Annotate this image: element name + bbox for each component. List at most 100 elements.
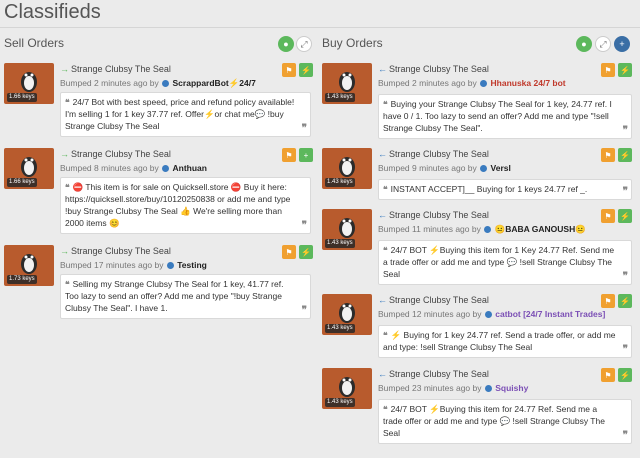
price-badge: 1.43 keys [325, 93, 355, 102]
listing-description: ❝ ⚡ Buying for 1 key 24.77 ref. Send a tr… [378, 325, 632, 358]
sell-orders-header: Sell Orders ● ⤢ [0, 28, 317, 58]
arrow-right-icon: → [60, 246, 69, 256]
status-dot-icon [484, 226, 492, 233]
status-dot-icon [484, 385, 492, 392]
bolt-icon[interactable]: ⚡ [618, 294, 632, 308]
listing-description: ❝ Selling my Strange Clubsy The Seal for … [60, 274, 311, 319]
user-link[interactable]: Anthuan [173, 163, 207, 173]
item-name[interactable]: → Strange Clubsy The Seal [60, 245, 311, 257]
seal-icon [339, 218, 355, 238]
item-name[interactable]: ← Strange Clubsy The Seal [378, 294, 632, 306]
user-link[interactable]: Squishy [495, 383, 528, 393]
status-dot-icon [480, 165, 488, 172]
user-link[interactable]: Testing [177, 260, 207, 270]
item-image[interactable]: 1.43 keys [322, 368, 372, 409]
quote-close-icon: ❞ [622, 186, 628, 197]
user-link[interactable]: catbot [24/7 Instant Trades] [495, 309, 605, 319]
eye-icon[interactable]: ● [576, 36, 592, 52]
sell-orders-title: Sell Orders [4, 36, 65, 50]
arrow-left-icon: ← [378, 295, 387, 305]
price-badge: 1.43 keys [325, 324, 355, 333]
flag-icon[interactable]: ⚑ [601, 63, 615, 77]
bolt-icon[interactable]: ⚡ [618, 148, 632, 162]
quote-open-icon: ❝ [383, 99, 388, 109]
bolt-icon[interactable]: ⚡ [299, 63, 313, 77]
status-dot-icon [166, 262, 174, 269]
flag-icon[interactable]: ⚑ [282, 148, 296, 162]
item-image[interactable]: 1.73 keys [4, 245, 54, 286]
expand-icon[interactable]: ⤢ [296, 36, 312, 52]
plus-icon[interactable]: + [614, 36, 630, 52]
quote-open-icon: ❝ [383, 245, 388, 255]
item-image[interactable]: 1.66 keys [4, 63, 54, 104]
quote-open-icon: ❝ [383, 404, 388, 414]
flag-icon[interactable]: ⚑ [601, 294, 615, 308]
bumped-line: Bumped 2 minutes ago by Hhanuska 24/7 bo… [378, 78, 566, 88]
status-dot-icon [162, 80, 170, 87]
quote-close-icon: ❞ [622, 430, 628, 441]
quote-open-icon: ❝ [65, 279, 70, 289]
seal-icon [21, 72, 37, 92]
listing-description: ❝ ⛔ This item is for sale on Quicksell.st… [60, 177, 311, 234]
bumped-line: Bumped 12 minutes ago by catbot [24/7 In… [378, 309, 606, 319]
quote-open-icon: ❝ [383, 330, 388, 340]
page-title: Classifieds [4, 1, 101, 23]
item-name[interactable]: ← Strange Clubsy The Seal [378, 209, 632, 221]
flag-icon[interactable]: ⚑ [601, 368, 615, 382]
eye-icon[interactable]: ● [278, 36, 294, 52]
item-image[interactable]: 1.66 keys [4, 148, 54, 189]
price-badge: 1.73 keys [7, 275, 37, 284]
quote-close-icon: ❞ [622, 271, 628, 282]
add-friend-icon[interactable]: + [299, 148, 313, 162]
user-link[interactable]: Hhanuska 24/7 bot [491, 78, 566, 88]
status-dot-icon [162, 165, 170, 172]
bumped-line: Bumped 8 minutes ago by Anthuan [60, 163, 207, 173]
user-link[interactable]: 😐BABA GANOUSH😐 [495, 224, 586, 234]
quote-close-icon: ❞ [622, 125, 628, 136]
quote-open-icon: ❝ [65, 182, 70, 192]
flag-icon[interactable]: ⚑ [601, 209, 615, 223]
seal-icon [339, 72, 355, 92]
price-badge: 1.43 keys [325, 239, 355, 248]
flag-icon[interactable]: ⚑ [282, 245, 296, 259]
quote-open-icon: ❝ [383, 184, 388, 194]
bumped-line: Bumped 9 minutes ago by Versl [378, 163, 511, 173]
listing-description: ❝ 24/7 BOT ⚡Buying this item for 24.77 Re… [378, 399, 632, 444]
bolt-icon[interactable]: ⚡ [299, 245, 313, 259]
seal-icon [339, 303, 355, 323]
item-name[interactable]: → Strange Clubsy The Seal [60, 63, 311, 75]
item-name[interactable]: ← Strange Clubsy The Seal [378, 63, 632, 75]
price-badge: 1.66 keys [7, 93, 37, 102]
item-image[interactable]: 1.43 keys [322, 209, 372, 250]
item-name[interactable]: ← Strange Clubsy The Seal [378, 368, 632, 380]
flag-icon[interactable]: ⚑ [282, 63, 296, 77]
arrow-left-icon: ← [378, 210, 387, 220]
bolt-icon[interactable]: ⚡ [618, 209, 632, 223]
flag-icon[interactable]: ⚑ [601, 148, 615, 162]
listing-description: ❝ Buying your Strange Clubsy The Seal for… [378, 94, 632, 139]
buy-orders-title: Buy Orders [322, 36, 383, 50]
sell-orders-column: Sell Orders ● ⤢ 1.66 keys → Strange Clubs… [0, 28, 317, 319]
arrow-left-icon: ← [378, 149, 387, 159]
item-name[interactable]: → Strange Clubsy The Seal [60, 148, 311, 160]
expand-icon[interactable]: ⤢ [595, 36, 611, 52]
item-image[interactable]: 1.43 keys [322, 63, 372, 104]
user-link[interactable]: ScrappardBot⚡24/7 [173, 78, 256, 88]
quote-close-icon: ❞ [301, 123, 307, 134]
item-name[interactable]: ← Strange Clubsy The Seal [378, 148, 632, 160]
item-image[interactable]: 1.43 keys [322, 294, 372, 335]
bolt-icon[interactable]: ⚡ [618, 63, 632, 77]
listing-description: ❝ INSTANT ACCEPT]__ Buying for 1 keys 24.… [378, 179, 632, 200]
status-dot-icon [480, 80, 488, 87]
seal-icon [339, 157, 355, 177]
bumped-line: Bumped 11 minutes ago by 😐BABA GANOUSH😐 [378, 224, 586, 234]
bolt-icon[interactable]: ⚡ [618, 368, 632, 382]
bumped-line: Bumped 2 minutes ago by ScrappardBot⚡24/… [60, 78, 256, 88]
seal-icon [21, 254, 37, 274]
buy-orders-column: Buy Orders ● ⤢ + 1.43 keys ← Strange Club… [322, 28, 640, 444]
user-link[interactable]: Versl [491, 163, 511, 173]
quote-close-icon: ❞ [301, 220, 307, 231]
quote-open-icon: ❝ [65, 97, 70, 107]
item-image[interactable]: 1.43 keys [322, 148, 372, 189]
quote-close-icon: ❞ [622, 344, 628, 355]
